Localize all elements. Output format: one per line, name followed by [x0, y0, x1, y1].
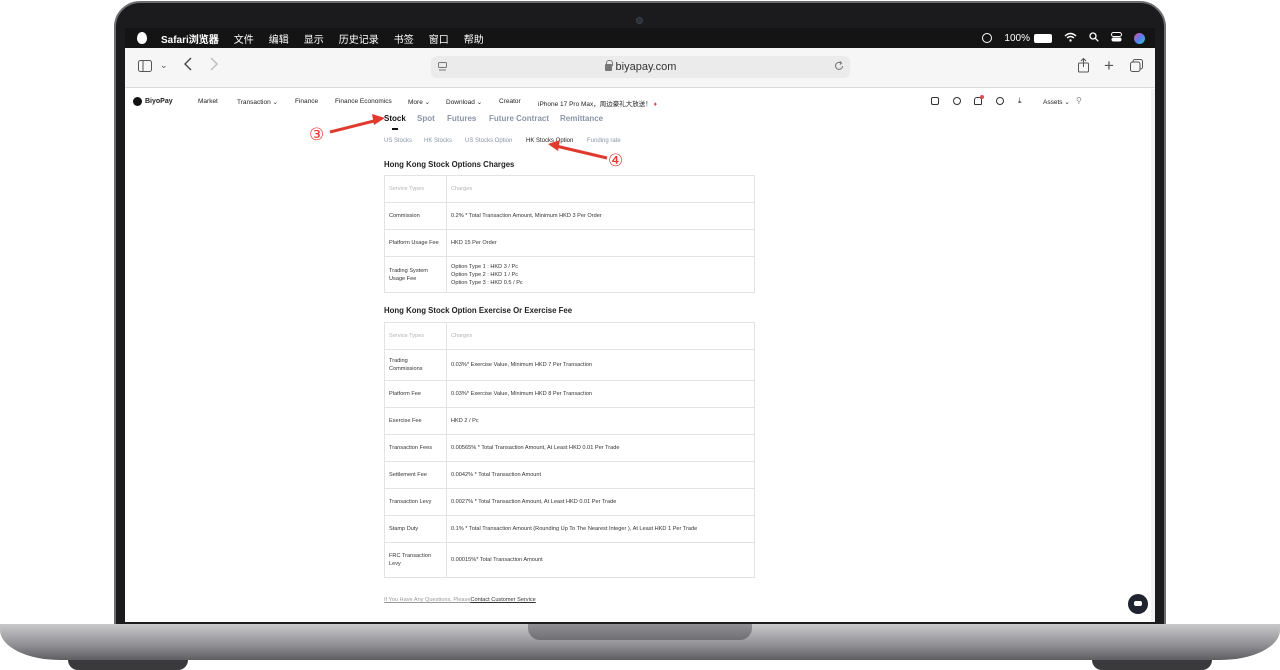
- annotation-arrow-3: [329, 118, 379, 134]
- annotation-step-3: ③: [309, 125, 325, 145]
- annotation-step-4: ④: [608, 151, 624, 171]
- annotation-arrowhead-3: [372, 114, 385, 125]
- stage: Safari浏览器 文件 编辑 显示 历史记录 书签 窗口 帮助 100% ⌄ …: [0, 0, 1280, 670]
- annotation-arrow-4: [555, 144, 608, 160]
- annotation-overlay: [329, 114, 608, 160]
- annotation-arrowhead-4: [548, 140, 560, 151]
